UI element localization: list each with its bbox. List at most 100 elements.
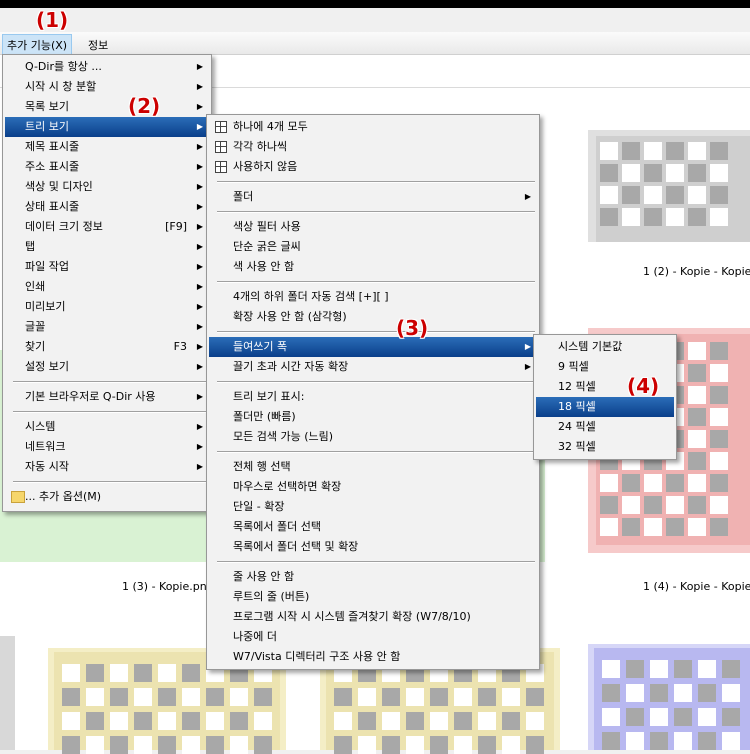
thumbnail-4[interactable] xyxy=(0,636,15,750)
submenu-arrow-icon: ▶ xyxy=(196,142,203,151)
submenu-arrow-icon: ▶ xyxy=(196,462,203,471)
image-tile xyxy=(254,736,272,754)
menu-info[interactable]: 정보 xyxy=(84,35,112,55)
main-menu-item-0[interactable]: Q-Dir를 항상 ... ▶ xyxy=(5,57,209,77)
indent-menu-item-0[interactable]: 시스템 기본값 xyxy=(536,337,674,357)
image-tile xyxy=(478,712,496,730)
image-tile xyxy=(430,736,448,754)
main-menu-item-5[interactable]: 주소 표시줄 ▶ xyxy=(5,157,209,177)
image-tile xyxy=(602,708,620,726)
main-menu-item-20[interactable]: ... 추가 옵션(M) xyxy=(5,487,209,507)
image-tile xyxy=(622,518,640,536)
image-tile xyxy=(86,712,104,730)
menu-item-label: 트리 보기 표시: xyxy=(233,390,305,403)
tree-menu-item-12[interactable]: 폴더만 (빠름) xyxy=(209,407,537,427)
image-tile xyxy=(710,430,728,448)
menu-item-label: 탭 xyxy=(25,240,36,253)
menu-extras[interactable]: 추가 기능(X) xyxy=(2,34,73,56)
tree-menu-item-6[interactable]: 색 사용 안 함 xyxy=(209,257,537,277)
image-tile xyxy=(650,660,668,678)
tree-menu-item-4[interactable]: 색상 필터 사용 xyxy=(209,217,537,237)
annotation-3: (3) xyxy=(396,316,429,340)
main-menu-item-13[interactable]: 글꼴 ▶ xyxy=(5,317,209,337)
tree-menu-item-16[interactable]: 단일 - 확장 xyxy=(209,497,537,517)
tree-menu-item-0[interactable]: 하나에 4개 모두 xyxy=(209,117,537,137)
indent-menu-item-4[interactable]: 24 픽셀 xyxy=(536,417,674,437)
image-tile xyxy=(110,664,128,682)
tree-menu-item-23[interactable]: W7/Vista 디렉터리 구조 사용 안 함 xyxy=(209,647,537,667)
menu-item-label: 데이터 크기 정보 xyxy=(25,220,103,233)
image-tile xyxy=(710,452,728,470)
main-menu-item-16[interactable]: 기본 브라우저로 Q-Dir 사용 ▶ xyxy=(5,387,209,407)
main-menu-item-6[interactable]: 색상 및 디자인 ▶ xyxy=(5,177,209,197)
tree-menu-item-11[interactable]: 트리 보기 표시: xyxy=(209,387,537,407)
image-tile xyxy=(600,518,618,536)
tree-menu-item-3[interactable]: 폴더 ▶ xyxy=(209,187,537,207)
image-tile xyxy=(600,142,618,160)
image-tile xyxy=(406,712,424,730)
tree-menu-item-18[interactable]: 목록에서 폴더 선택 및 확장 xyxy=(209,537,537,557)
main-menu-item-18[interactable]: 네트워크 ▶ xyxy=(5,437,209,457)
main-menu-item-1[interactable]: 시작 시 창 분할 ▶ xyxy=(5,77,209,97)
thumbnail-7[interactable] xyxy=(588,644,750,750)
main-menu-item-9[interactable]: 탭 ▶ xyxy=(5,237,209,257)
main-menu-item-11[interactable]: 인쇄 ▶ xyxy=(5,277,209,297)
tree-menu-item-13[interactable]: 모든 검색 가능 (느림) xyxy=(209,427,537,447)
tree-menu-item-22[interactable]: 나중에 더 xyxy=(209,627,537,647)
image-tile xyxy=(430,688,448,706)
image-tile xyxy=(688,474,706,492)
image-tile xyxy=(334,736,352,754)
image-tile xyxy=(710,186,728,204)
tree-menu-item-21[interactable]: 프로그램 시작 시 시스템 즐겨찾기 확장 (W7/8/10) xyxy=(209,607,537,627)
image-tile xyxy=(710,518,728,536)
main-menu-item-19[interactable]: 자동 시작 ▶ xyxy=(5,457,209,477)
indent-menu-item-3[interactable]: 18 픽셀 xyxy=(536,397,674,417)
main-menu-item-12[interactable]: 미리보기 ▶ xyxy=(5,297,209,317)
tree-menu-item-5[interactable]: 단순 굵은 글씨 xyxy=(209,237,537,257)
tree-menu-item-8[interactable]: 확장 사용 안 함 (삼각형) xyxy=(209,307,537,327)
main-menu-item-17[interactable]: 시스템 ▶ xyxy=(5,417,209,437)
menu-item-label: 마우스로 선택하면 확장 xyxy=(233,480,342,493)
tree-menu-item-7[interactable]: 4개의 하위 폴더 자동 검색 [+][ ] xyxy=(209,287,537,307)
tree-menu-item-14[interactable]: 전체 행 선택 xyxy=(209,457,537,477)
submenu-arrow-icon: ▶ xyxy=(196,442,203,451)
main-menu-item-15[interactable]: 설정 보기 ▶ xyxy=(5,357,209,377)
indent-menu-item-5[interactable]: 32 픽셀 xyxy=(536,437,674,457)
image-tile xyxy=(644,142,662,160)
tree-menu-item-1[interactable]: 각각 하나씩 xyxy=(209,137,537,157)
main-menu-item-14[interactable]: 찾기 F3 ▶ xyxy=(5,337,209,357)
main-menu-item-4[interactable]: 제목 표시줄 ▶ xyxy=(5,137,209,157)
image-tile xyxy=(62,736,80,754)
menu-item-label: 확장 사용 안 함 (삼각형) xyxy=(233,310,347,323)
tree-menu-item-20[interactable]: 루트의 줄 (버튼) xyxy=(209,587,537,607)
image-tile xyxy=(110,688,128,706)
menu-item-label: 루트의 줄 (버튼) xyxy=(233,590,310,603)
image-tile xyxy=(206,688,224,706)
main-menu-item-8[interactable]: 데이터 크기 정보 [F9] ▶ xyxy=(5,217,209,237)
thumbnail-1[interactable] xyxy=(588,130,750,242)
image-tile xyxy=(254,712,272,730)
menu-item-label: 줄 사용 안 함 xyxy=(233,570,295,583)
tree-menu-item-10[interactable]: 끌기 초과 시간 자동 확장 ▶ xyxy=(209,357,537,377)
submenu-arrow-icon: ▶ xyxy=(524,342,531,351)
menu-item-label: 사용하지 않음 xyxy=(233,160,298,173)
main-menu-item-2[interactable]: 목록 보기 ▶ xyxy=(5,97,209,117)
image-tile xyxy=(502,712,520,730)
image-tile xyxy=(158,664,176,682)
tree-menu-item-9[interactable]: 들여쓰기 폭 ▶ xyxy=(209,337,537,357)
main-menu-item-7[interactable]: 상태 표시줄 ▶ xyxy=(5,197,209,217)
image-tile xyxy=(698,660,716,678)
tree-menu-item-17[interactable]: 목록에서 폴더 선택 xyxy=(209,517,537,537)
image-tile xyxy=(644,186,662,204)
image-tile xyxy=(674,660,692,678)
submenu-arrow-icon: ▶ xyxy=(196,182,203,191)
menu-item-label: 찾기 xyxy=(25,340,46,353)
thumbnail-label: 1 (2) - Kopie - Kopie. xyxy=(643,265,750,278)
tree-menu-item-15[interactable]: 마우스로 선택하면 확장 xyxy=(209,477,537,497)
image-tile xyxy=(688,386,706,404)
tree-menu-item-19[interactable]: 줄 사용 안 함 xyxy=(209,567,537,587)
main-menu-item-10[interactable]: 파일 작업 ▶ xyxy=(5,257,209,277)
menu-item-label: 주소 표시줄 xyxy=(25,160,80,173)
main-menu-item-3[interactable]: 트리 보기 ▶ xyxy=(5,117,209,137)
tree-menu-item-2[interactable]: 사용하지 않음 xyxy=(209,157,537,177)
